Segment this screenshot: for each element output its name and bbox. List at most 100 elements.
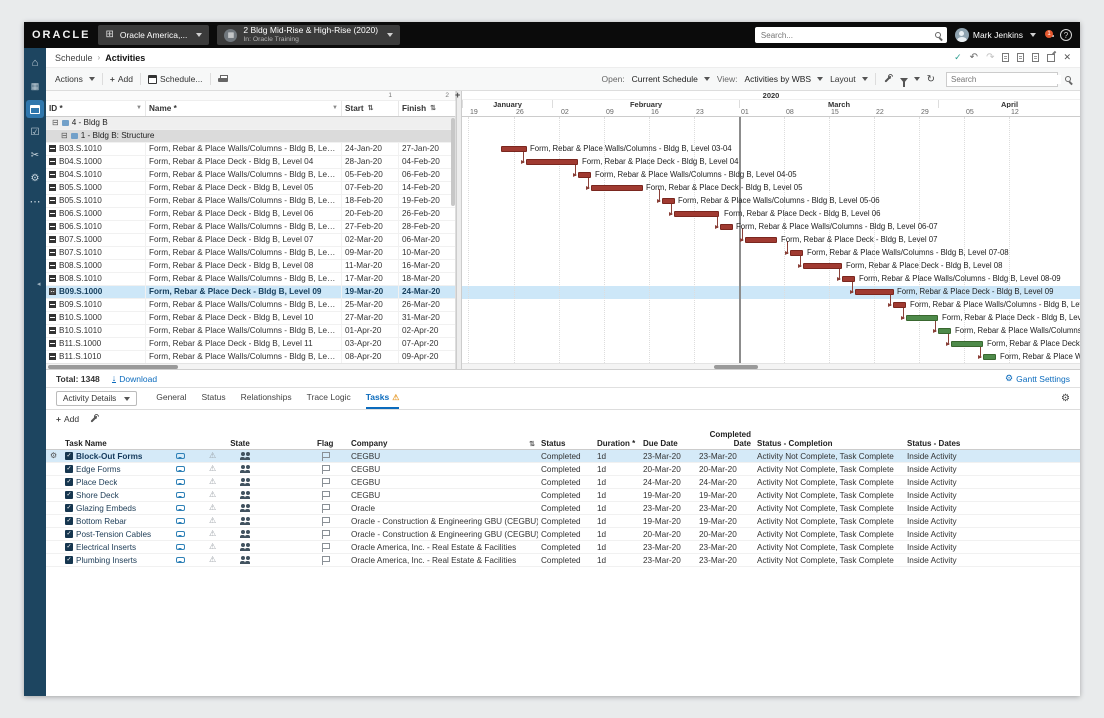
help-button[interactable]: ?	[1060, 29, 1072, 41]
gantt-bar[interactable]	[790, 250, 803, 256]
col-header-finish[interactable]: Finish⇅	[399, 101, 456, 116]
col-header-id[interactable]: ID *▼	[46, 101, 146, 116]
flag-icon[interactable]	[322, 543, 330, 552]
scrollbar-thumb[interactable]	[48, 365, 178, 369]
flag-icon[interactable]	[322, 452, 330, 461]
gantt-bar[interactable]	[662, 198, 675, 204]
open-window-icon[interactable]	[1047, 54, 1055, 62]
comment-icon[interactable]	[176, 492, 185, 498]
task-checkbox[interactable]: ✓	[65, 478, 73, 486]
comment-icon[interactable]	[176, 453, 185, 459]
activity-row[interactable]: B10.S.1000Form, Rebar & Place Deck - Bld…	[46, 312, 455, 325]
tools-button[interactable]	[883, 74, 893, 84]
task-row[interactable]: ✓Edge Forms⚠CEGBUCompleted1d20-Mar-2020-…	[46, 463, 1080, 476]
table-vscrollbar-thumb[interactable]	[451, 118, 455, 206]
row-gear-icon[interactable]: ⚙	[49, 286, 56, 298]
filter-caret-icon[interactable]: ▼	[136, 105, 142, 111]
org-selector[interactable]: ⊞ Oracle America,...	[98, 25, 209, 45]
details-selector[interactable]: Activity Details	[56, 391, 137, 406]
activity-row[interactable]: B10.S.1010Form, Rebar & Place Walls/Colu…	[46, 325, 455, 338]
gantt-bar[interactable]	[906, 315, 938, 321]
activity-row[interactable]: B06.S.1000Form, Rebar & Place Deck - Bld…	[46, 208, 455, 221]
gantt-bar[interactable]	[674, 211, 719, 217]
print-button[interactable]	[218, 75, 228, 84]
activity-row[interactable]: B04.S.1010Form, Rebar & Place Walls/Colu…	[46, 169, 455, 182]
activity-row[interactable]: B08.S.1010Form, Rebar & Place Walls/Colu…	[46, 273, 455, 286]
redo-icon[interactable]: ↷	[986, 52, 994, 63]
customize-button[interactable]	[89, 414, 99, 424]
filter-button[interactable]	[900, 76, 920, 83]
activity-row[interactable]: B05.S.1000Form, Rebar & Place Deck - Bld…	[46, 182, 455, 195]
sort-icon[interactable]: ⇅	[529, 440, 535, 448]
project-selector[interactable]: ▦ 2 Bldg Mid-Rise & High-Rise (2020) In:…	[217, 25, 400, 45]
activity-row[interactable]: B03.S.1010Form, Rebar & Place Walls/Colu…	[46, 143, 455, 156]
nav-settings[interactable]: ⚙	[26, 169, 44, 187]
nav-schedule[interactable]	[26, 100, 44, 118]
comment-icon[interactable]	[176, 531, 185, 537]
comment-icon[interactable]	[176, 518, 185, 524]
flag-icon[interactable]	[322, 504, 330, 513]
comment-icon[interactable]	[176, 479, 185, 485]
gantt-bar[interactable]	[578, 172, 591, 178]
activity-row[interactable]: B05.S.1010Form, Rebar & Place Walls/Colu…	[46, 195, 455, 208]
actions-button[interactable]: Actions	[55, 74, 95, 84]
tab-status[interactable]: Status	[201, 392, 225, 409]
breadcrumb-section[interactable]: Schedule	[55, 53, 93, 63]
task-checkbox[interactable]: ✓	[65, 452, 73, 460]
comment-icon[interactable]	[176, 505, 185, 511]
task-row[interactable]: ✓Bottom Rebar⚠Oracle - Construction & En…	[46, 515, 1080, 528]
activity-row[interactable]: B08.S.1000Form, Rebar & Place Deck - Bld…	[46, 260, 455, 273]
flag-icon[interactable]	[322, 478, 330, 487]
document-icon-3[interactable]	[1032, 53, 1039, 62]
gantt-bar[interactable]	[951, 341, 983, 347]
undo-icon[interactable]: ↶	[970, 52, 978, 63]
col-duration[interactable]: Duration *	[594, 439, 640, 448]
view-select[interactable]: Activities by WBS	[744, 74, 823, 84]
flag-icon[interactable]	[322, 556, 330, 565]
gantt-bar[interactable]	[855, 289, 894, 295]
task-checkbox[interactable]: ✓	[65, 465, 73, 473]
activity-row[interactable]: B06.S.1010Form, Rebar & Place Walls/Colu…	[46, 221, 455, 234]
task-row[interactable]: ✓Place Deck⚠CEGBUCompleted1d24-Mar-2024-…	[46, 476, 1080, 489]
nav-home[interactable]: ⌂	[26, 54, 44, 72]
refresh-button[interactable]: ↻	[927, 74, 935, 85]
add-button[interactable]: +Add	[110, 74, 133, 84]
nav-portfolio[interactable]: ▦	[26, 77, 44, 95]
add-task-button[interactable]: +Add	[56, 414, 79, 424]
gantt-bar[interactable]	[893, 302, 906, 308]
task-row[interactable]: ✓Electrical Inserts⚠Oracle America, Inc.…	[46, 541, 1080, 554]
nav-resources[interactable]: ✂	[26, 146, 44, 164]
task-row[interactable]: ⚙✓Block-Out Forms⚠CEGBUCompleted1d23-Mar…	[46, 450, 1080, 463]
flag-icon[interactable]	[322, 530, 330, 539]
check-icon[interactable]: ✓	[954, 52, 962, 63]
task-row[interactable]: ✓Post-Tension Cables⚠Oracle - Constructi…	[46, 528, 1080, 541]
comment-icon[interactable]	[176, 544, 185, 550]
panel-collapse-handle[interactable]: ◂	[37, 280, 41, 288]
flag-icon[interactable]	[322, 517, 330, 526]
activity-row[interactable]: B07.S.1010Form, Rebar & Place Walls/Colu…	[46, 247, 455, 260]
flag-icon[interactable]	[322, 491, 330, 500]
close-icon[interactable]: ✕	[1063, 52, 1071, 63]
col-completed-date[interactable]: CompletedDate	[696, 430, 754, 448]
activity-row[interactable]: B07.S.1000Form, Rebar & Place Deck - Bld…	[46, 234, 455, 247]
gantt-settings-link[interactable]: ⚙Gantt Settings	[1005, 373, 1070, 384]
flag-icon[interactable]	[322, 465, 330, 474]
gantt-bar[interactable]	[591, 185, 643, 191]
task-row[interactable]: ✓Shore Deck⚠CEGBUCompleted1d19-Mar-2019-…	[46, 489, 1080, 502]
layout-button[interactable]: Layout	[830, 74, 868, 84]
activity-row[interactable]: ⚙B09.S.1000Form, Rebar & Place Deck - Bl…	[46, 286, 455, 299]
col-header-name[interactable]: Name *▼	[146, 101, 342, 116]
sort-icon[interactable]: ⇅	[368, 104, 374, 112]
col-state[interactable]: State	[166, 439, 314, 448]
download-link[interactable]: ↓Download	[112, 374, 157, 384]
col-status-completion[interactable]: Status - Completion	[754, 439, 904, 448]
search-icon[interactable]	[1065, 76, 1071, 82]
gantt-bar[interactable]	[745, 237, 777, 243]
task-checkbox[interactable]: ✓	[65, 491, 73, 499]
details-settings-button[interactable]: ⚙	[1061, 393, 1070, 404]
open-schedule-select[interactable]: Current Schedule	[632, 74, 710, 84]
document-icon[interactable]	[1002, 53, 1009, 62]
task-checkbox[interactable]: ✓	[65, 556, 73, 564]
col-task-name[interactable]: Task Name	[62, 439, 166, 448]
tab-general[interactable]: General	[156, 392, 186, 409]
